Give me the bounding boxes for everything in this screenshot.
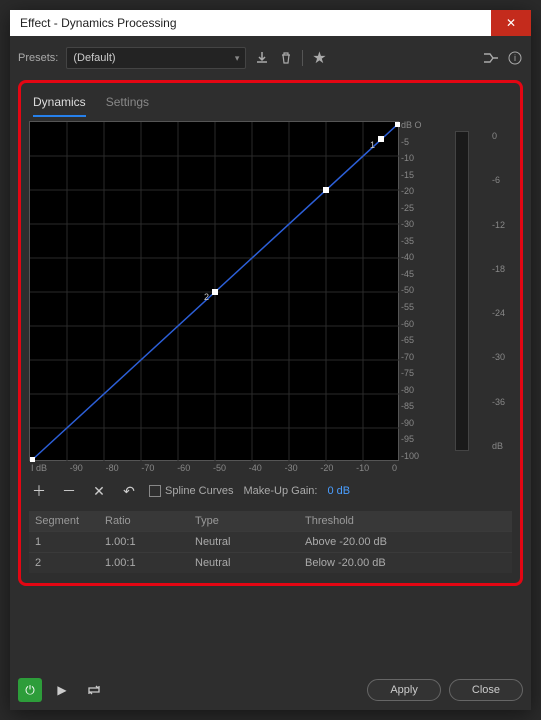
gain-meter: 0 -6 -12 -18 -24 -30 -36 dB	[439, 121, 485, 461]
svg-text:i: i	[514, 53, 516, 63]
graph-controls: ＋ － ✕ ↶ Spline Curves Make-Up Gain: 0 dB	[29, 481, 512, 501]
dialog-footer: ⏻ ▶ Apply Close	[18, 678, 523, 702]
y-axis-labels: dB O -5 -10 -15 -20 -25 -30 -35 -40 -45 …	[399, 121, 429, 461]
spline-label: Spline Curves	[165, 485, 233, 497]
preset-value: (Default)	[73, 52, 115, 64]
dialog-window: Effect - Dynamics Processing ✕ Presets: …	[10, 10, 531, 710]
graph-area: 2 1 dB O -5 -10 -15 -20 -25 -30 -35	[29, 121, 512, 461]
segment-table: Segment Ratio Type Threshold 1 1.00:1 Ne…	[29, 511, 512, 573]
tab-settings[interactable]: Settings	[106, 95, 149, 117]
svg-text:2: 2	[204, 292, 209, 302]
col-ratio: Ratio	[105, 515, 195, 527]
favorite-icon[interactable]: ★	[311, 50, 327, 66]
power-toggle-button[interactable]: ⏻	[18, 678, 42, 702]
col-segment: Segment	[35, 515, 105, 527]
col-threshold: Threshold	[305, 515, 506, 527]
channel-route-icon[interactable]	[483, 50, 499, 66]
close-button[interactable]: Close	[449, 679, 523, 701]
play-button[interactable]: ▶	[50, 678, 74, 702]
col-type: Type	[195, 515, 305, 527]
loop-button[interactable]	[82, 678, 106, 702]
tab-bar: Dynamics Settings	[29, 89, 512, 117]
main-panel: Dynamics Settings	[18, 80, 523, 586]
info-icon[interactable]: i	[507, 50, 523, 66]
spline-checkbox[interactable]: Spline Curves	[149, 485, 233, 497]
segment-row[interactable]: 2 1.00:1 Neutral Below -20.00 dB	[29, 552, 512, 573]
presets-label: Presets:	[18, 52, 58, 64]
add-point-button[interactable]: ＋	[29, 481, 49, 501]
makeup-gain-value[interactable]: 0 dB	[327, 485, 350, 497]
save-preset-icon[interactable]	[254, 50, 270, 66]
titlebar: Effect - Dynamics Processing ✕	[10, 10, 531, 36]
chevron-down-icon: ▾	[235, 53, 240, 64]
x-axis-labels: I dB -90 -80 -70 -60 -50 -40 -30 -20 -10…	[29, 463, 399, 473]
meter-bar	[455, 131, 469, 451]
dialog-body: Presets: (Default) ▾ ★ i Dynamics Settin…	[10, 36, 531, 710]
meter-ticks: 0 -6 -12 -18 -24 -30 -36 dB	[492, 131, 505, 451]
reset-button[interactable]: ↶	[119, 481, 139, 501]
segment-row[interactable]: 1 1.00:1 Neutral Above -20.00 dB	[29, 531, 512, 552]
segment-header: Segment Ratio Type Threshold	[29, 511, 512, 531]
delete-preset-icon[interactable]	[278, 50, 294, 66]
preset-dropdown[interactable]: (Default) ▾	[66, 47, 246, 69]
preset-toolbar: Presets: (Default) ▾ ★ i	[18, 46, 523, 70]
remove-point-button[interactable]: －	[59, 481, 79, 501]
window-title: Effect - Dynamics Processing	[20, 16, 177, 30]
toolbar-divider	[302, 50, 303, 66]
makeup-gain-label: Make-Up Gain:	[243, 485, 317, 497]
svg-text:1: 1	[370, 140, 375, 150]
apply-button[interactable]: Apply	[367, 679, 441, 701]
close-window-button[interactable]: ✕	[491, 10, 531, 36]
transfer-curve-graph[interactable]: 2 1	[29, 121, 399, 461]
tab-dynamics[interactable]: Dynamics	[33, 95, 86, 117]
invert-button[interactable]: ✕	[89, 481, 109, 501]
